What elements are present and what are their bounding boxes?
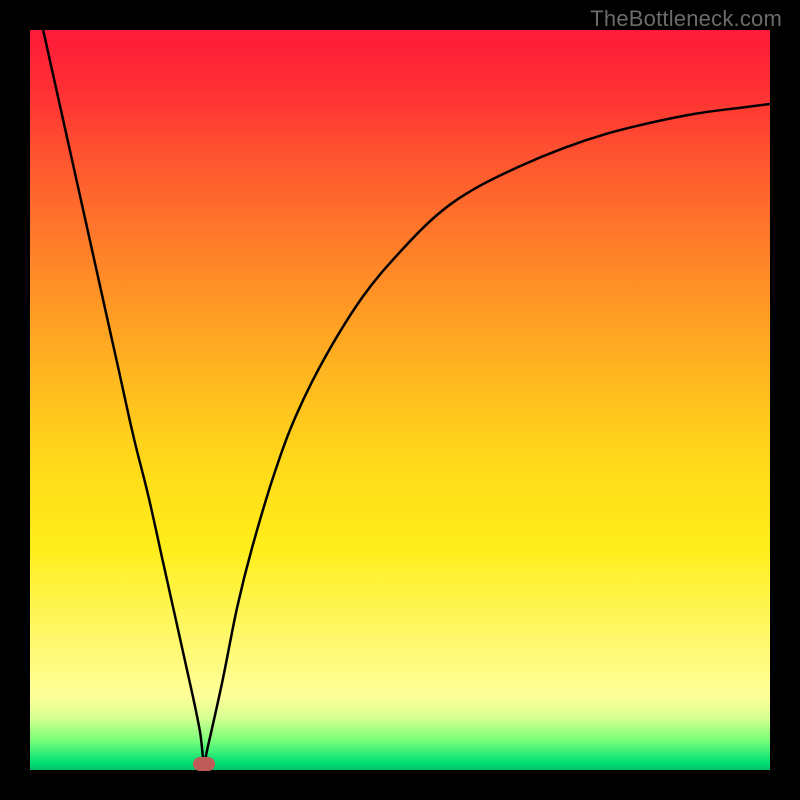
curve-layer [30,30,770,770]
bottleneck-curve [30,30,770,763]
min-marker [193,757,215,771]
plot-area [30,30,770,770]
chart-frame: TheBottleneck.com [0,0,800,800]
watermark-text: TheBottleneck.com [590,6,782,32]
